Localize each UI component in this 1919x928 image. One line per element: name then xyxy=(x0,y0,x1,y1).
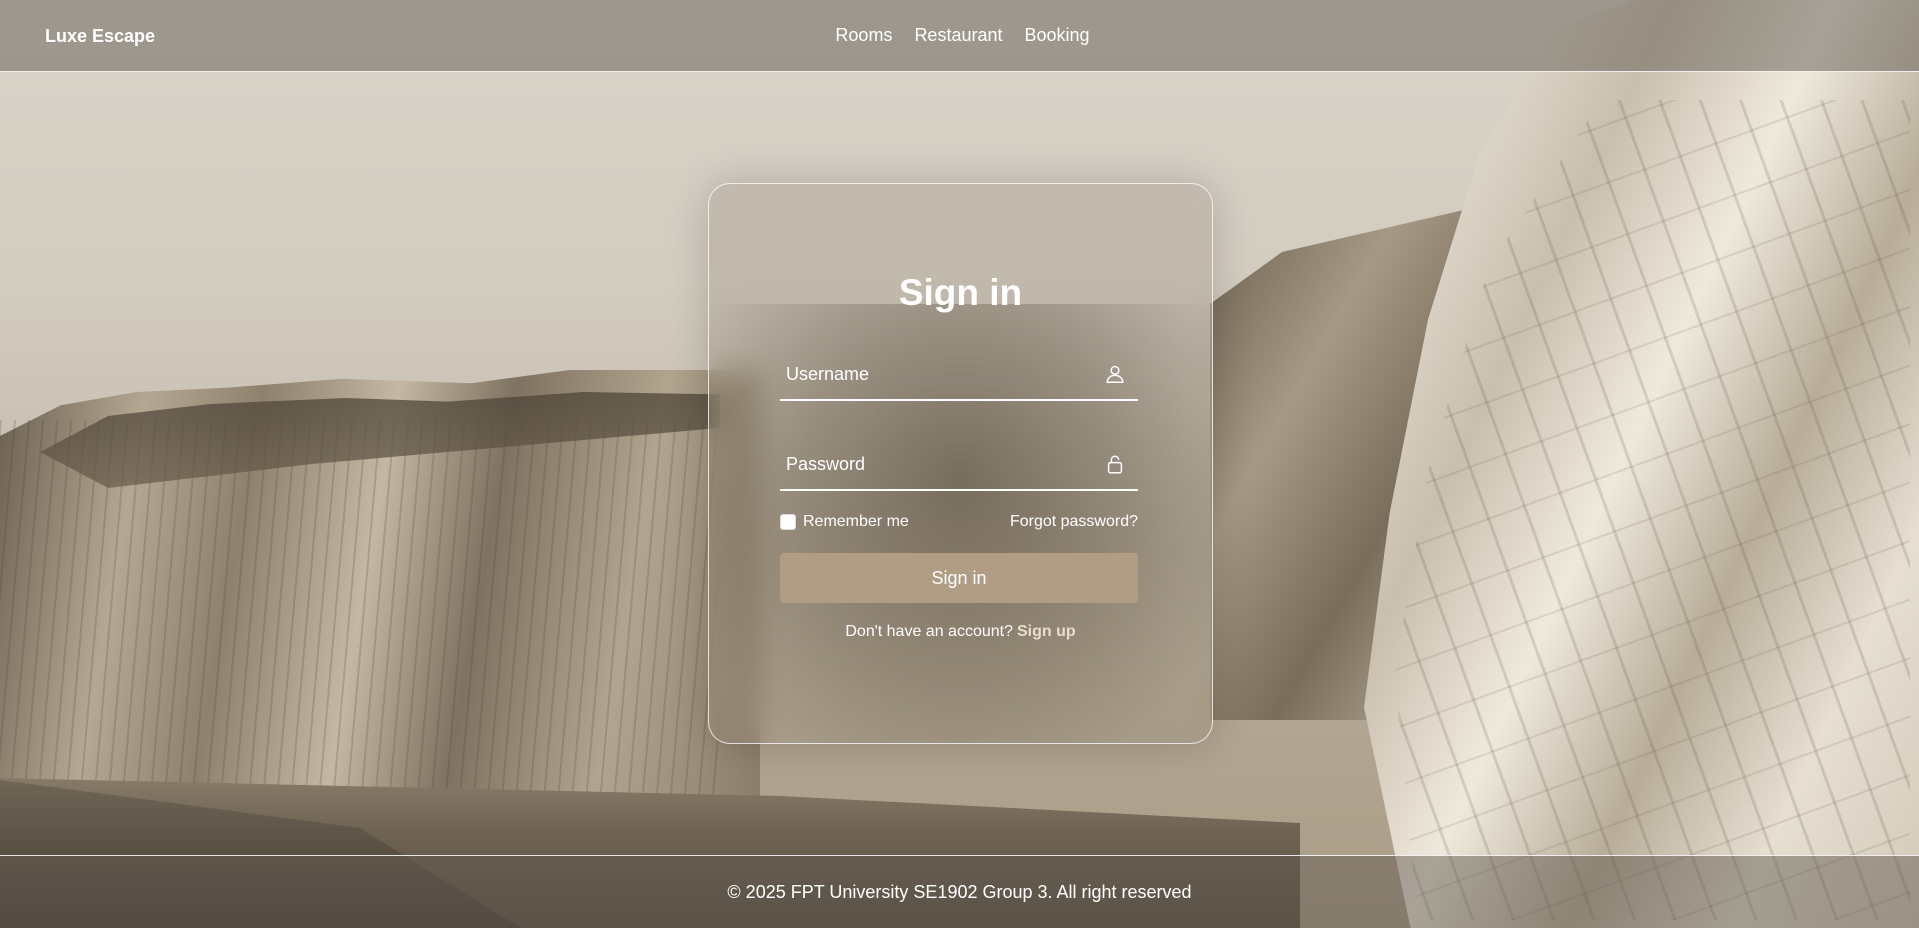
site-header: Luxe Escape Rooms Restaurant Booking xyxy=(0,0,1919,72)
remember-label: Remember me xyxy=(803,513,909,530)
signup-prompt-text: Don't have an account? xyxy=(845,623,1013,640)
signup-prompt: Don't have an account? Sign up xyxy=(708,623,1213,641)
nav-link-rooms[interactable]: Rooms xyxy=(835,25,892,46)
sign-in-button[interactable]: Sign in xyxy=(780,553,1138,603)
username-field[interactable] xyxy=(780,349,1138,401)
lock-icon xyxy=(1104,453,1126,475)
forgot-password-link[interactable]: Forgot password? xyxy=(1010,513,1138,531)
password-input[interactable] xyxy=(780,439,1080,489)
main-nav: Rooms Restaurant Booking xyxy=(0,25,1919,46)
user-icon xyxy=(1104,363,1126,385)
nav-link-restaurant[interactable]: Restaurant xyxy=(914,25,1002,46)
footer-copyright: © 2025 FPT University SE1902 Group 3. Al… xyxy=(727,882,1192,902)
remember-checkbox[interactable] xyxy=(780,514,796,530)
login-title: Sign in xyxy=(898,272,1023,313)
username-input[interactable] xyxy=(780,349,1080,399)
remember-me[interactable]: Remember me xyxy=(780,513,909,531)
nav-link-booking[interactable]: Booking xyxy=(1025,25,1090,46)
sign-up-link[interactable]: Sign up xyxy=(1017,623,1076,640)
login-options-row: Remember me Forgot password? xyxy=(780,513,1138,535)
site-footer: © 2025 FPT University SE1902 Group 3. Al… xyxy=(0,855,1919,928)
password-field[interactable] xyxy=(780,439,1138,491)
